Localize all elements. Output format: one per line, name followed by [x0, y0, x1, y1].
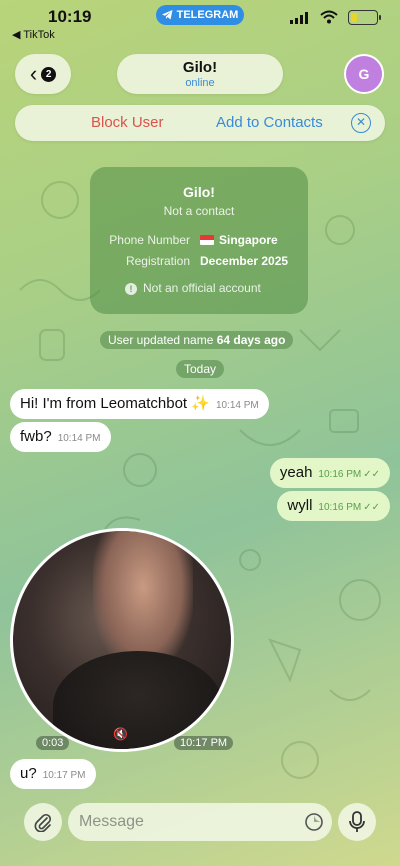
wifi-icon	[320, 10, 338, 24]
read-checkmarks-icon: ✓✓	[363, 502, 380, 513]
message-placeholder: Message	[79, 813, 144, 830]
message-time: 10:16 PM	[318, 502, 362, 513]
telegram-pill-label: TELEGRAM	[176, 9, 239, 21]
video-time: 10:17 PM	[174, 736, 234, 750]
status-time: 10:19	[48, 7, 92, 26]
message-input[interactable]: Message	[68, 803, 332, 841]
message-text: fwb?	[20, 428, 52, 445]
message-bubble[interactable]: u? 10:17 PM	[10, 759, 96, 789]
unread-count-badge: 2	[41, 66, 57, 82]
muted-speaker-icon[interactable]: 🔇	[113, 727, 128, 741]
signal-icon	[290, 12, 308, 24]
message-text: u?	[20, 765, 37, 782]
date-divider: Today	[176, 360, 225, 378]
message-bubble-outgoing[interactable]: yeah 10:16 PM ✓✓	[269, 458, 390, 488]
message-bubble[interactable]: Hi! I'm from Leomatchbot ✨ 10:14 PM	[10, 389, 269, 419]
name-update-notice: User updated name 64 days ago	[100, 331, 294, 349]
message-time: 10:16 PM	[318, 469, 362, 480]
phone-number-label: Phone Number	[109, 233, 190, 247]
message-bubble[interactable]: fwb? 10:14 PM	[10, 422, 111, 452]
info-card-subtitle: Not a contact	[163, 204, 235, 218]
contact-status: online	[185, 77, 215, 89]
message-text: Hi! I'm from Leomatchbot ✨	[20, 395, 210, 412]
block-user-button[interactable]: Block User	[91, 114, 164, 131]
name-update-text: User updated name	[108, 333, 214, 347]
video-message[interactable]: 🔇	[10, 528, 234, 752]
close-icon[interactable]: ✕	[351, 113, 371, 133]
official-account-note: ! Not an official account	[125, 281, 261, 295]
message-text: yeah	[279, 464, 313, 481]
video-frame-face	[93, 531, 193, 671]
paperclip-icon	[34, 813, 52, 832]
sticker-icon[interactable]	[304, 812, 324, 832]
add-to-contacts-button[interactable]: Add to Contacts	[216, 114, 323, 131]
message-time: 10:14 PM	[215, 400, 259, 411]
voice-record-button[interactable]	[338, 803, 376, 841]
phone-number-value: Singapore	[200, 233, 278, 247]
video-duration: 0:03	[36, 736, 70, 750]
status-bar: 10:19 ◀ TikTok TELEGRAM	[0, 0, 400, 44]
official-account-note-text: Not an official account	[143, 281, 261, 295]
telegram-icon	[161, 10, 173, 20]
message-time: 10:17 PM	[42, 770, 86, 781]
chevron-left-icon: ‹	[29, 61, 38, 86]
info-icon: !	[125, 283, 137, 295]
message-bubble-outgoing[interactable]: wyll 10:16 PM ✓✓	[277, 491, 390, 521]
attach-button[interactable]	[24, 803, 62, 841]
chat-title-pill[interactable]: Gilo! online	[117, 54, 283, 94]
avatar[interactable]: G	[344, 54, 384, 94]
back-to-app-link[interactable]: ◀ TikTok	[12, 28, 55, 41]
message-time: 10:14 PM	[57, 433, 101, 444]
name-update-when: 64 days ago	[216, 333, 286, 347]
contact-name: Gilo!	[182, 59, 218, 76]
telegram-pill[interactable]: TELEGRAM	[156, 5, 244, 25]
singapore-flag-icon	[200, 235, 214, 245]
info-card-name: Gilo!	[183, 184, 215, 200]
read-checkmarks-icon: ✓✓	[363, 469, 380, 480]
contact-action-bar: Block User Add to Contacts ✕	[15, 105, 385, 141]
battery-icon	[348, 10, 381, 25]
microphone-icon	[349, 811, 365, 832]
registration-value: December 2025	[200, 254, 289, 268]
back-button[interactable]: ‹ 2	[15, 54, 71, 94]
contact-info-card: Gilo! Not a contact Phone Number Singapo…	[90, 167, 308, 314]
registration-label: Registration	[125, 254, 190, 268]
phone-country: Singapore	[219, 233, 278, 247]
message-text: wyll	[287, 497, 313, 514]
